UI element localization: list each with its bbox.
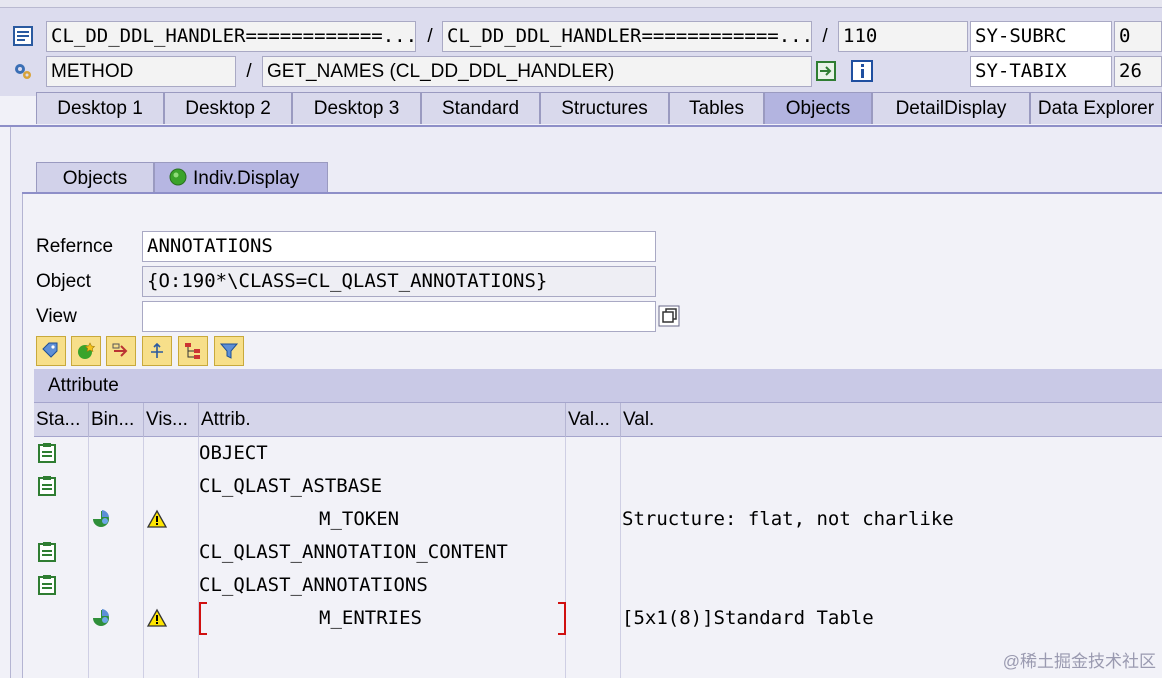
tab-standard[interactable]: Standard [421,92,540,124]
event-field[interactable]: GET_NAMES (CL_DD_DDL_HANDLER) [262,56,812,87]
watermark: @稀土掘金技术社区 [1002,652,1156,671]
col-header-status[interactable]: Sta... [34,403,89,437]
table-row[interactable]: CL_QLAST_ANNOTATION_CONTENT [34,536,1162,569]
main-tabstrip: Desktop 1 Desktop 2 Desktop 3 Standard S… [0,92,1162,126]
view-dropdown-icon[interactable] [658,305,680,327]
instance-attribute-icon [90,509,112,529]
tab-structures[interactable]: Structures [540,92,669,124]
object-status-icon[interactable] [37,541,57,563]
attribute-name[interactable]: OBJECT [199,437,268,470]
filter-icon [219,343,239,359]
private-visibility-warning-icon [146,608,168,628]
view-label: View [36,306,77,327]
attribute-grid: OBJECT CL_QLAST_ASTBASE M_TOKEN Structure: … [34,437,1162,678]
column-header-row: Sta... Bin... Vis... Attrib. Val... Val. [34,403,1162,437]
type-field[interactable]: METHOD [46,56,236,87]
object-status-icon[interactable] [37,574,57,596]
attribute-name[interactable]: CL_QLAST_ANNOTATIONS [199,569,428,602]
view-input[interactable] [142,301,656,332]
navigate-icon [112,343,128,357]
object-status-icon[interactable] [37,442,57,464]
tab-desktop-1[interactable]: Desktop 1 [36,92,164,124]
attribute-value[interactable]: Structure: flat, not charlike [622,503,954,536]
tree-button[interactable] [178,336,208,366]
col-header-visibility[interactable]: Vis... [144,403,199,437]
col-header-binding[interactable]: Bin... [89,403,144,437]
object-label: Object [36,271,91,292]
separator: / [246,61,252,82]
object-field[interactable]: {O:190*\CLASS=CL_QLAST_ANNOTATIONS} [142,266,656,297]
sysvar-name-field-2[interactable]: SY-TABIX [970,56,1112,87]
program-field[interactable]: CL_DD_DDL_HANDLER============... [46,21,416,52]
hierarchy-icon [151,342,163,358]
goto-source-icon[interactable] [815,60,837,82]
sysvar-value-field-2[interactable]: 26 [1114,56,1162,87]
tab-tables[interactable]: Tables [669,92,764,124]
attribute-name[interactable]: CL_QLAST_ASTBASE [199,470,382,503]
table-row[interactable]: CL_QLAST_ANNOTATIONS [34,569,1162,602]
gears-icon [12,60,34,82]
attribute-name[interactable]: M_ENTRIES [319,602,422,635]
table-row[interactable]: OBJECT [34,437,1162,470]
add-object-icon [78,342,96,359]
program-icon [12,25,34,47]
sysvar-value-field[interactable]: 0 [1114,21,1162,52]
tree-icon [185,343,200,359]
add-object-button[interactable] [71,336,101,366]
private-visibility-warning-icon [146,509,168,529]
window-top-strip [0,0,1162,8]
tag-button[interactable] [36,336,66,366]
attribute-value[interactable]: [5x1(8)]Standard Table [622,602,874,635]
subtab-indiv-display-label: Indiv.Display [193,168,300,189]
hierarchy-button[interactable] [142,336,172,366]
attribute-name[interactable]: M_TOKEN [319,503,399,536]
object-status-icon[interactable] [37,475,57,497]
attribute-section-title: Attribute [34,369,1162,403]
info-icon[interactable] [851,60,873,82]
tab-desktop-2[interactable]: Desktop 2 [164,92,292,124]
line-number-field[interactable]: 110 [838,21,968,52]
subtab-objects[interactable]: Objects [36,162,154,193]
separator: / [822,26,828,47]
navigate-button[interactable] [106,336,136,366]
filter-button[interactable] [214,336,244,366]
include-field[interactable]: CL_DD_DDL_HANDLER============... [442,21,812,52]
tag-icon [42,342,58,358]
tab-desktop-3[interactable]: Desktop 3 [292,92,421,124]
table-row[interactable]: M_TOKEN Structure: flat, not charlike [34,503,1162,536]
instance-attribute-icon [90,608,112,628]
sysvar-name-field[interactable]: SY-SUBRC [970,21,1112,52]
col-header-attribute[interactable]: Attrib. [199,403,566,437]
tab-detaildisplay[interactable]: DetailDisplay [872,92,1030,124]
reference-label: Refernce [36,236,114,257]
tab-data-explorer[interactable]: Data Explorer [1030,92,1162,124]
table-row[interactable]: CL_QLAST_ASTBASE [34,470,1162,503]
separator: / [427,26,433,47]
table-row[interactable]: M_ENTRIES [5x1(8)]Standard Table [34,602,1162,635]
col-header-value[interactable]: Val. [621,403,1162,437]
status-green-icon [169,168,187,186]
col-header-val-type[interactable]: Val... [566,403,621,437]
attribute-name[interactable]: CL_QLAST_ANNOTATION_CONTENT [199,536,508,569]
tab-objects[interactable]: Objects [764,92,872,124]
reference-input[interactable]: ANNOTATIONS [142,231,656,262]
